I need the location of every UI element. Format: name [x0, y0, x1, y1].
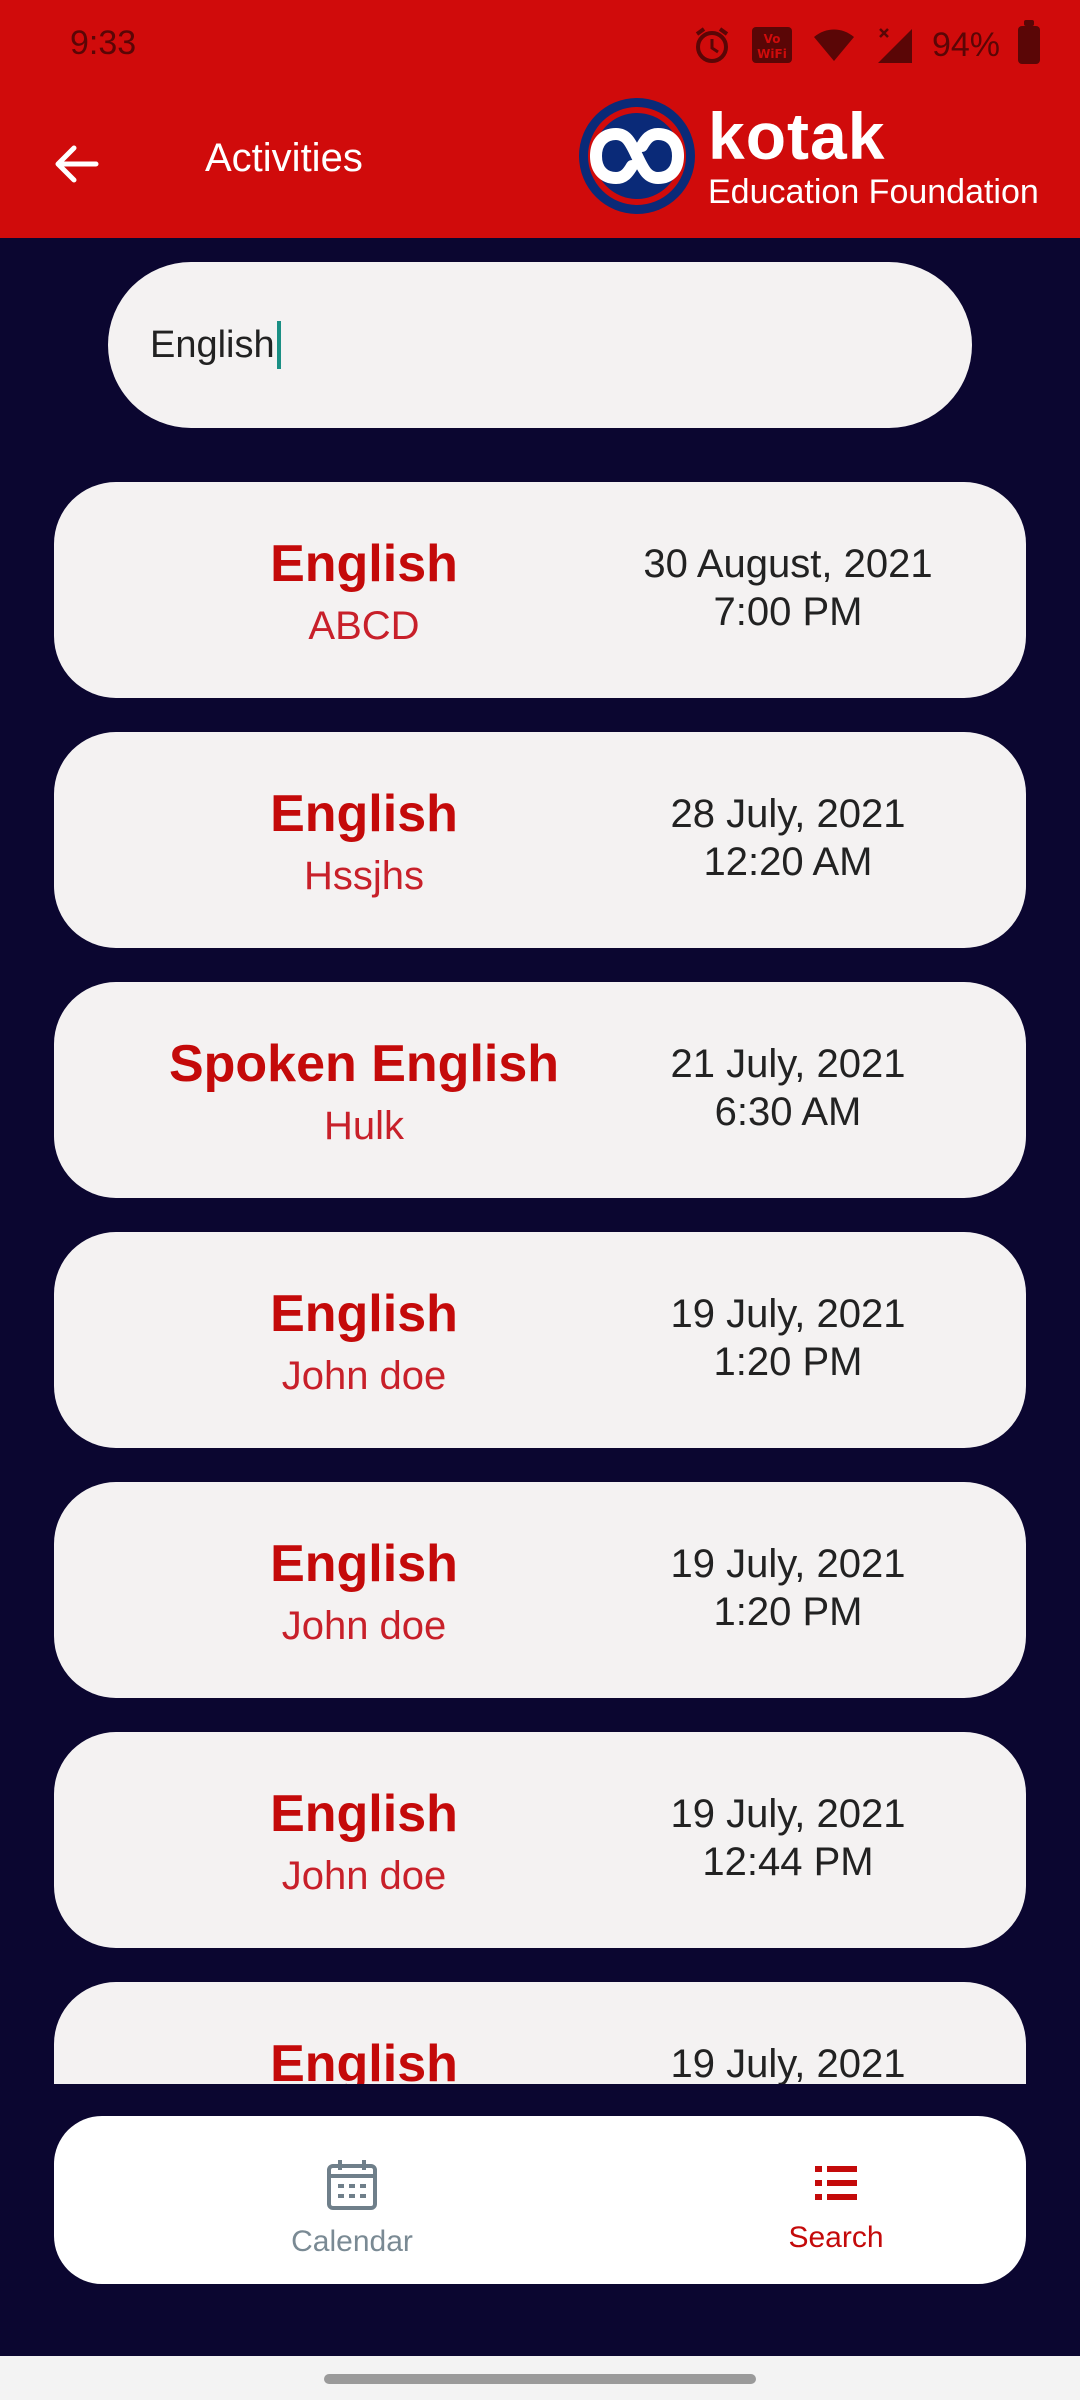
activity-time: 6:30 AM: [714, 1090, 862, 1134]
activity-person: Hssjhs: [303, 854, 425, 898]
activity-name: English: [270, 1535, 458, 1593]
battery-icon: [1018, 20, 1040, 64]
kotak-logo-icon: [579, 98, 695, 214]
activity-person: ABCD: [308, 604, 420, 648]
nav-calendar[interactable]: Calendar: [202, 2158, 502, 2259]
activity-card[interactable]: English John doe 19 July, 2021 1:20 PM: [54, 1482, 1026, 1698]
brand-logo: kotak Education Foundation: [576, 96, 1039, 216]
svg-text:WiFi: WiFi: [757, 47, 787, 61]
signal-icon: [874, 25, 914, 65]
activity-date: 21 July, 2021: [670, 1042, 906, 1086]
activity-card[interactable]: English John doe 19 July, 2021 12:44 PM: [54, 1732, 1026, 1948]
activity-name: English: [270, 785, 458, 843]
arrow-left-icon: [55, 145, 99, 183]
nav-calendar-label: Calendar: [291, 2225, 413, 2258]
status-time: 9:33: [70, 24, 137, 62]
battery-percent: 94%: [931, 25, 1000, 64]
activity-card[interactable]: English Hssjhs 28 July, 2021 12:20 AM: [54, 732, 1026, 948]
status-icons: Vo WiFi 94%: [692, 20, 1040, 68]
text-caret: [276, 321, 281, 369]
search-input[interactable]: English: [108, 262, 972, 428]
svg-text:Vo: Vo: [764, 32, 781, 46]
activity-date: 19 July, 2021: [670, 2042, 906, 2084]
activity-time: 1:20 PM: [713, 1340, 863, 1384]
activity-date: 19 July, 2021: [670, 1292, 906, 1336]
activity-person: John doe: [281, 1604, 447, 1648]
activity-date: 30 August, 2021: [643, 542, 933, 586]
activity-date: 28 July, 2021: [670, 792, 906, 836]
back-button[interactable]: [40, 128, 112, 200]
activity-card[interactable]: English ABCD 30 August, 2021 7:00 PM: [54, 482, 1026, 698]
gesture-handle[interactable]: [324, 2374, 756, 2384]
activity-name: English: [270, 2035, 458, 2084]
status-bar: 9:33 Vo WiFi 94%: [0, 0, 1080, 90]
list-icon: [815, 2166, 857, 2200]
activity-name: Spoken English: [168, 1035, 560, 1093]
bottom-navigation: Calendar Search: [54, 2116, 1026, 2284]
wifi-icon: [812, 27, 856, 63]
top-bar: 9:33 Vo WiFi 94% Activities kotak Educat…: [0, 0, 1080, 238]
activity-name: English: [270, 1285, 458, 1343]
activity-name: English: [270, 1785, 458, 1843]
activity-date: 19 July, 2021: [670, 1792, 906, 1836]
gesture-area: [0, 2356, 1080, 2400]
activity-person: John doe: [281, 1854, 447, 1898]
brand-name: kotak: [708, 99, 886, 173]
activity-time: 12:20 AM: [703, 840, 873, 884]
activity-time: 12:44 PM: [702, 1840, 874, 1884]
brand-subtitle: Education Foundation: [708, 173, 1039, 211]
nav-search[interactable]: Search: [686, 2158, 986, 2255]
activity-time: 7:00 PM: [713, 590, 863, 634]
activities-list[interactable]: English ABCD 30 August, 2021 7:00 PM Eng…: [54, 482, 1026, 2084]
activity-person: Hulk: [323, 1104, 405, 1148]
activity-card[interactable]: English 19 July, 2021: [54, 1982, 1026, 2084]
nav-search-label: Search: [788, 2221, 884, 2254]
activity-person: John doe: [281, 1354, 447, 1398]
volte-wifi-icon: Vo WiFi: [750, 25, 794, 65]
calendar-icon: [327, 2160, 377, 2210]
activity-card[interactable]: Spoken English Hulk 21 July, 2021 6:30 A…: [54, 982, 1026, 1198]
alarm-icon: [692, 25, 732, 65]
activity-name: English: [270, 535, 458, 593]
page-title: Activities: [205, 136, 363, 180]
activity-date: 19 July, 2021: [670, 1542, 906, 1586]
search-value: English: [150, 323, 275, 366]
app-bar: Activities kotak Education Foundation: [0, 90, 1080, 238]
activity-card[interactable]: English John doe 19 July, 2021 1:20 PM: [54, 1232, 1026, 1448]
activity-time: 1:20 PM: [713, 1590, 863, 1634]
